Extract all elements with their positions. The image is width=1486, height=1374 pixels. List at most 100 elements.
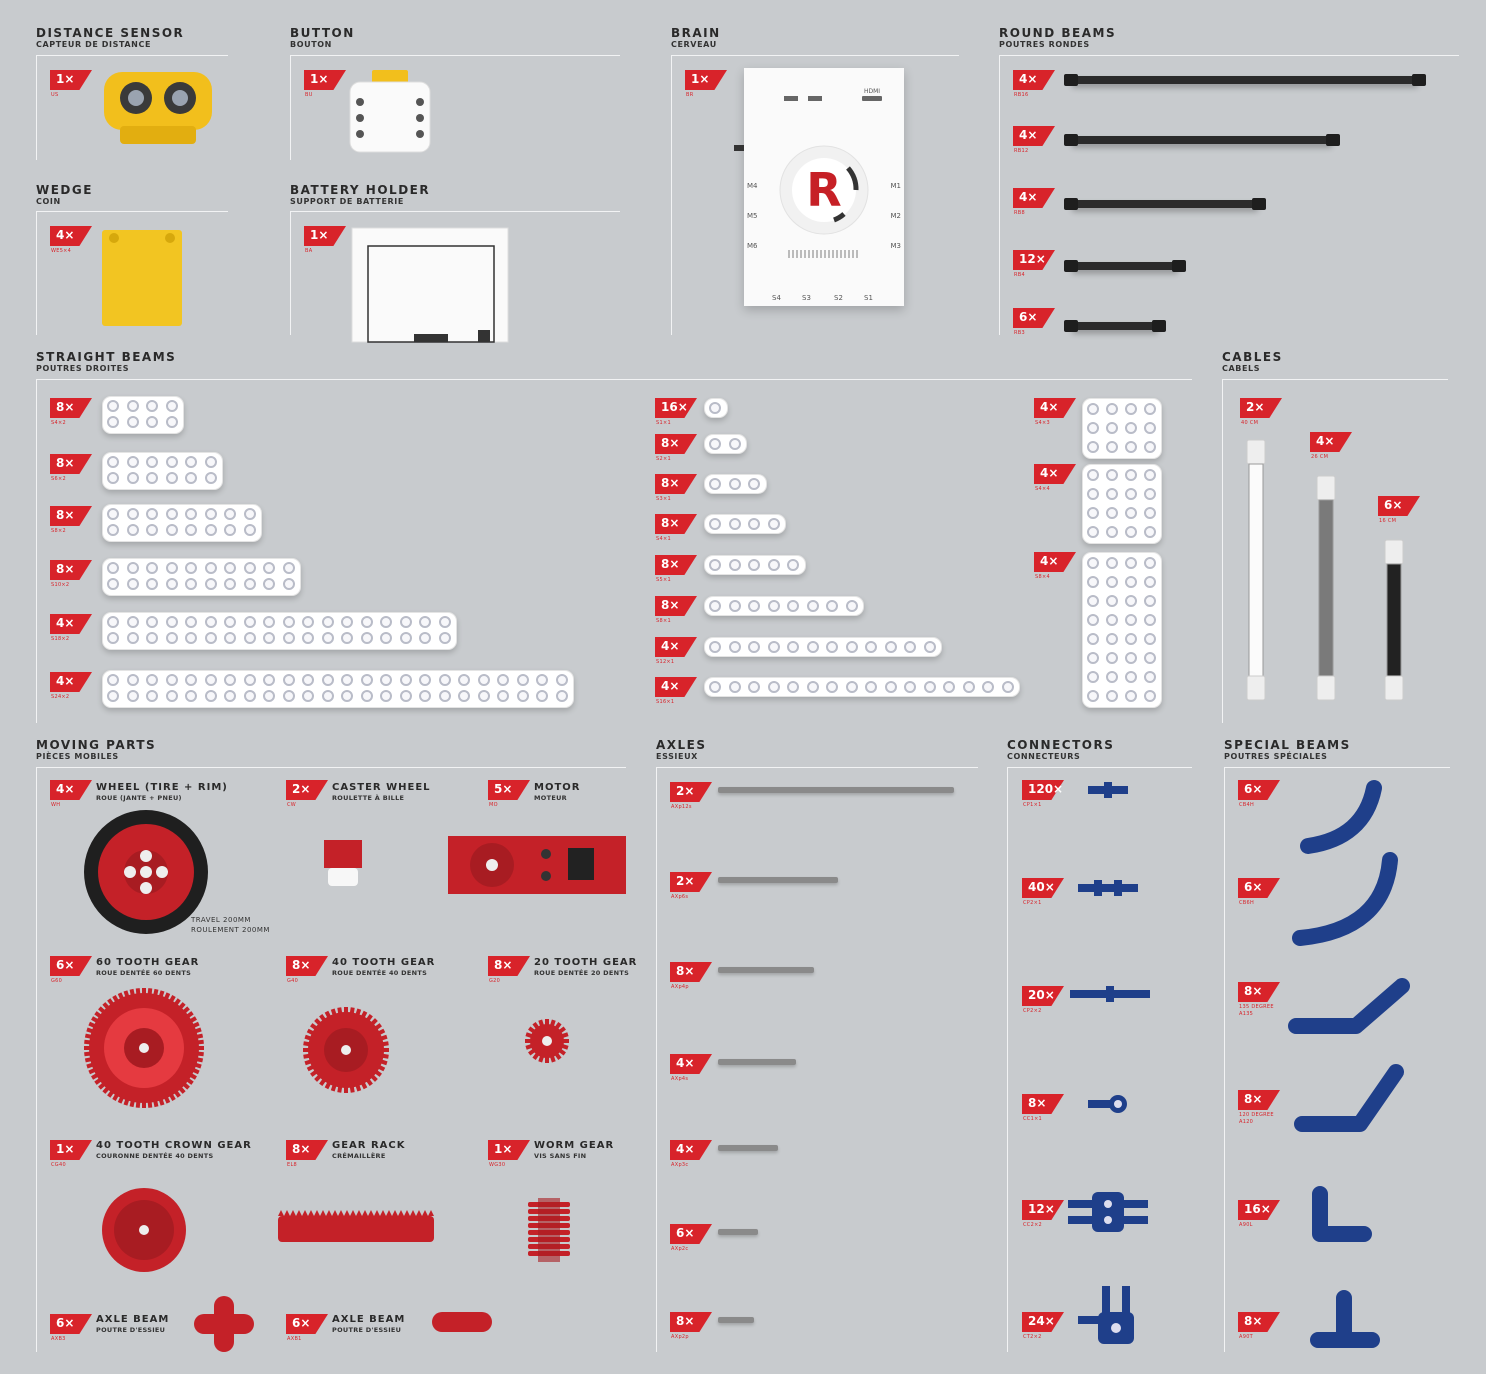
round-beam xyxy=(1064,320,1166,332)
part-code: EL8 xyxy=(287,1162,298,1168)
qty-label: 4× xyxy=(676,1056,695,1070)
straight-beam-single xyxy=(704,555,806,575)
qty-badge: 1× BR xyxy=(685,70,727,98)
connector-icon xyxy=(1078,1286,1134,1344)
wheel-icon xyxy=(84,810,208,934)
qty-label: 6× xyxy=(1384,498,1403,512)
qty-badge: 4× S24×2 xyxy=(50,672,92,700)
part-code: G40 xyxy=(287,978,299,984)
part-code: G20 xyxy=(489,978,501,984)
qty-label: 6× xyxy=(56,958,75,972)
qty-badge: 8× S5×1 xyxy=(655,555,697,583)
port-label: S2 xyxy=(834,294,843,302)
part-title: WHEEL (TIRE + RIM) xyxy=(96,782,228,793)
section-title: CONNECTORS xyxy=(1007,738,1115,752)
qty-badge: 8× EL8 xyxy=(286,1140,328,1168)
part-code: 120 DEGREE xyxy=(1239,1112,1274,1118)
qty-label: 2× xyxy=(292,782,311,796)
qty-badge: 1× BA xyxy=(304,226,346,254)
part-code: WG30 xyxy=(489,1162,506,1168)
qty-badge: 5× MO xyxy=(488,780,530,808)
part-subtitle: CRÉMAILLÈRE xyxy=(332,1152,386,1160)
straight-beam-plate xyxy=(1082,464,1162,544)
qty-badge: 8× A90T xyxy=(1238,1312,1280,1340)
qty-label: 6× xyxy=(1019,310,1038,324)
part-title: 40 TOOTH CROWN GEAR xyxy=(96,1140,252,1151)
part-code: AXp2p xyxy=(671,1334,689,1340)
crown-gear-icon xyxy=(102,1188,186,1272)
qty-badge: 8× CC1×1 xyxy=(1022,1094,1064,1122)
qty-label: 8× xyxy=(661,476,680,490)
qty-badge: 6× RB3 xyxy=(1013,308,1055,336)
angled-beam-icon xyxy=(1294,1064,1404,1132)
part-code: RB4 xyxy=(1014,272,1025,278)
qty-badge: 40× CP2×1 xyxy=(1022,878,1064,906)
button-icon xyxy=(349,70,431,153)
part-title: AXLE BEAM xyxy=(332,1314,406,1325)
qty-badge: 8× G20 xyxy=(488,956,530,984)
axle xyxy=(718,877,838,883)
part-code-2: A135 xyxy=(1239,1011,1254,1017)
part-code: S4×1 xyxy=(656,536,671,542)
hdmi-label: HDMI xyxy=(864,88,881,95)
qty-badge: 6× AXp2c xyxy=(670,1224,712,1252)
section-title: BATTERY HOLDER xyxy=(290,183,431,197)
straight-beam-single xyxy=(704,434,747,454)
battery-holder-icon xyxy=(351,227,509,343)
section-subtitle: POUTRES SPÉCIALES xyxy=(1224,752,1328,761)
qty-badge: 8× G40 xyxy=(286,956,328,984)
straight-beam-single xyxy=(704,398,728,418)
qty-label: 8× xyxy=(676,1314,695,1328)
qty-badge: 8× S2×1 xyxy=(655,434,697,462)
qty-label: 8× xyxy=(494,958,513,972)
axle-beam-small-icon xyxy=(432,1312,492,1332)
part-code: CB6H xyxy=(1239,900,1255,906)
part-code: S2×1 xyxy=(656,456,671,462)
curved-beam-icon xyxy=(1300,780,1382,854)
wedge-icon xyxy=(102,230,182,326)
qty-label: 8× xyxy=(56,400,75,414)
qty-label: 4× xyxy=(1019,128,1038,142)
qty-badge: 8× S6×2 xyxy=(50,454,92,482)
part-subtitle: COURONNE DENTÉE 40 DENTS xyxy=(96,1152,214,1160)
qty-badge: 12× RB4 xyxy=(1013,250,1055,278)
axle xyxy=(718,787,954,793)
part-subtitle: ROULETTE À BILLE xyxy=(332,794,405,802)
distance-sensor-icon xyxy=(104,72,212,144)
round-beam xyxy=(1064,198,1266,210)
part-code: A90T xyxy=(1239,1334,1254,1340)
qty-badge: 20× CP2×2 xyxy=(1022,986,1064,1014)
part-code: S12×1 xyxy=(656,659,675,665)
part-code: AXp2c xyxy=(671,1246,689,1252)
section-title: WEDGE xyxy=(36,183,93,197)
part-subtitle: MOTEUR xyxy=(534,794,567,802)
qty-badge: 8× 135 DEGREE A135 xyxy=(1238,982,1280,1017)
qty-label: 8× xyxy=(292,1142,311,1156)
qty-badge: 16× S1×1 xyxy=(655,398,697,426)
section-subtitle: CAPTEUR DE DISTANCE xyxy=(36,40,152,49)
angled-beam-icon xyxy=(1288,978,1410,1034)
qty-badge: 2× CW xyxy=(286,780,328,808)
qty-badge: 4× WE5×4 xyxy=(50,226,92,254)
part-code: 135 DEGREE xyxy=(1239,1004,1274,1010)
part-code: S8×1 xyxy=(656,618,671,624)
qty-badge: 4× S4×4 xyxy=(1034,464,1076,492)
part-code: S16×1 xyxy=(656,699,675,705)
qty-badge: 6× 16 CM xyxy=(1378,496,1420,524)
section-subtitle: POUTRES RONDES xyxy=(999,40,1090,49)
qty-label: 2× xyxy=(676,874,695,888)
qty-badge: 8× AXp2p xyxy=(670,1312,712,1340)
straight-beam-single xyxy=(704,637,942,657)
qty-label: 6× xyxy=(1244,880,1263,894)
qty-label: 8× xyxy=(292,958,311,972)
axle xyxy=(718,1145,778,1151)
qty-badge: 4× WH xyxy=(50,780,92,808)
part-code: AXB3 xyxy=(51,1336,66,1342)
section-title: STRAIGHT BEAMS xyxy=(36,350,177,364)
part-code: CC1×1 xyxy=(1023,1116,1043,1122)
part-code: RB16 xyxy=(1014,92,1029,98)
port-label: M5 xyxy=(747,212,758,220)
connector-icon xyxy=(1078,880,1138,896)
qty-label: 4× xyxy=(56,616,75,630)
qty-label: 8× xyxy=(56,456,75,470)
